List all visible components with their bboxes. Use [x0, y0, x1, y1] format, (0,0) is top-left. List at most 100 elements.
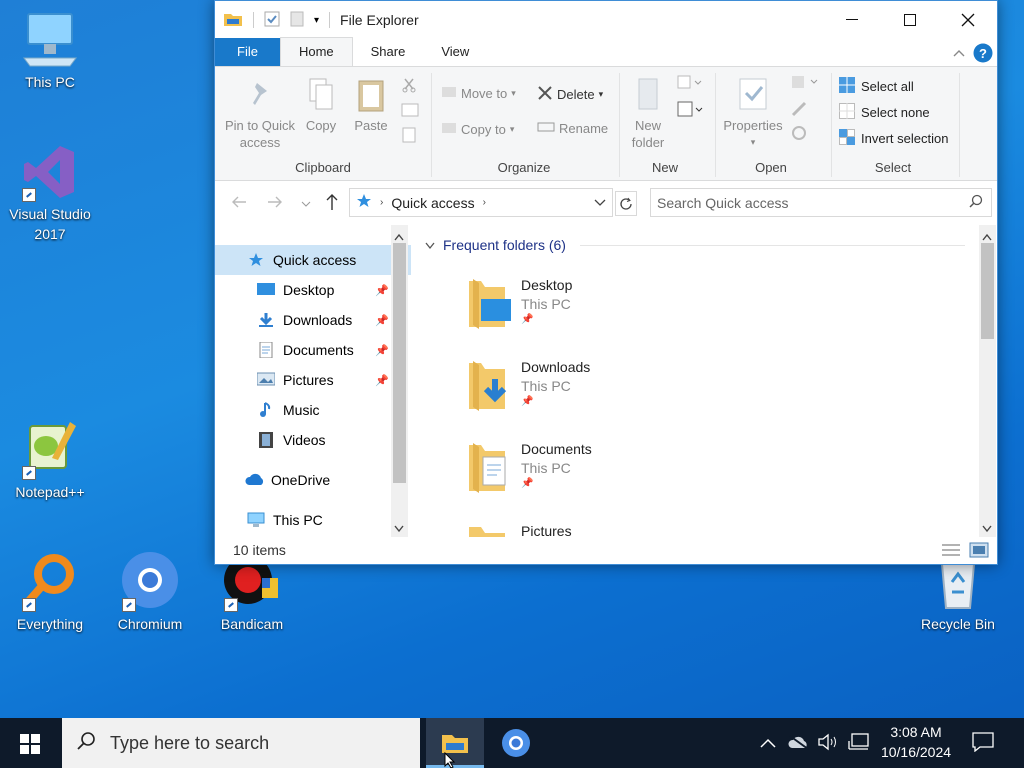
- window-title: File Explorer: [340, 12, 419, 28]
- nav-item-quick-access[interactable]: Quick access: [215, 245, 411, 275]
- frequent-folders-group-header[interactable]: Frequent folders (6): [425, 237, 965, 253]
- desktop-icon-visual-studio[interactable]: Visual Studio 2017: [2, 142, 98, 244]
- new-folder-qat-icon[interactable]: [290, 11, 304, 30]
- details-view-icon[interactable]: [941, 542, 961, 561]
- desktop-icon-notepad-plus-plus[interactable]: Notepad++: [2, 420, 98, 502]
- refresh-button[interactable]: [615, 191, 637, 216]
- pin-icon[interactable]: 📌: [375, 284, 389, 297]
- select-all-button[interactable]: Select all: [839, 77, 914, 96]
- scrollbar-thumb[interactable]: [393, 243, 406, 483]
- desktop-icon-label: Visual Studio 2017: [9, 206, 91, 242]
- easy-access-icon[interactable]: [677, 101, 703, 120]
- new-folder-button[interactable]: New folder: [627, 77, 669, 151]
- shortcut-arrow-icon: [22, 598, 36, 612]
- address-bar[interactable]: › Quick access ›: [349, 188, 613, 217]
- nav-item-pictures[interactable]: Pictures 📌: [215, 365, 411, 395]
- rename-button[interactable]: Rename: [537, 121, 608, 136]
- desktop-icon-this-pc[interactable]: This PC: [2, 10, 98, 92]
- folder-tile-pictures[interactable]: Pictures: [465, 523, 572, 537]
- show-hidden-icons-chevron-icon[interactable]: [760, 736, 776, 751]
- address-dropdown-icon[interactable]: [594, 195, 606, 210]
- nav-item-videos[interactable]: Videos: [215, 425, 411, 455]
- desktop-icon-label: This PC: [25, 74, 75, 90]
- tab-share[interactable]: Share: [353, 38, 424, 66]
- forward-arrow-icon[interactable]: [267, 195, 283, 212]
- select-none-button[interactable]: Select none: [839, 103, 930, 122]
- scroll-up-arrow-icon[interactable]: [394, 229, 404, 244]
- paste-button[interactable]: Paste: [349, 77, 393, 134]
- recent-locations-chevron-icon[interactable]: [301, 197, 311, 212]
- pin-to-quick-access-button[interactable]: Pin to Quick access: [223, 77, 297, 151]
- cut-icon[interactable]: [401, 77, 417, 96]
- nav-item-desktop[interactable]: Desktop 📌: [215, 275, 411, 305]
- new-item-icon[interactable]: [677, 75, 703, 92]
- pin-icon[interactable]: 📌: [375, 344, 389, 357]
- network-monitor-icon[interactable]: [848, 733, 870, 754]
- qat-customize-dropdown-icon[interactable]: ▾: [314, 15, 319, 26]
- scroll-down-arrow-icon[interactable]: [982, 521, 992, 536]
- desktop-icon-everything[interactable]: Everything: [2, 552, 98, 634]
- pin-icon[interactable]: 📌: [375, 374, 389, 387]
- tab-file[interactable]: File: [215, 38, 280, 66]
- large-icons-view-icon[interactable]: [969, 542, 989, 561]
- pin-icon[interactable]: 📌: [375, 314, 389, 327]
- invert-selection-button[interactable]: Invert selection: [839, 129, 948, 148]
- navigation-pane-scrollbar[interactable]: [391, 225, 408, 537]
- nav-item-documents[interactable]: Documents 📌: [215, 335, 411, 365]
- minimize-button[interactable]: [823, 1, 881, 39]
- copy-path-icon[interactable]: [401, 103, 419, 120]
- properties-qat-icon[interactable]: [264, 10, 280, 31]
- open-icon[interactable]: [791, 75, 821, 92]
- back-arrow-icon[interactable]: [231, 195, 247, 212]
- mouse-cursor-icon: [444, 751, 458, 768]
- notepad-plus-plus-icon: [20, 420, 80, 480]
- clock-time: 3:08 AM: [890, 724, 942, 740]
- nav-item-music[interactable]: Music: [215, 395, 411, 425]
- search-input[interactable]: Search Quick access: [650, 188, 992, 217]
- taskbar-search-box[interactable]: Type here to search: [62, 718, 420, 768]
- file-explorer-window: ▾ File Explorer File Home Share View ? P…: [214, 0, 998, 565]
- folder-tile-desktop[interactable]: Desktop This PC 📌: [465, 277, 572, 331]
- up-arrow-icon[interactable]: [325, 193, 339, 214]
- help-icon[interactable]: ?: [973, 43, 993, 66]
- scroll-down-arrow-icon[interactable]: [394, 521, 404, 536]
- nav-item-downloads[interactable]: Downloads 📌: [215, 305, 411, 335]
- breadcrumb-quick-access[interactable]: Quick access: [391, 195, 474, 211]
- paste-shortcut-icon[interactable]: [401, 127, 417, 146]
- copy-button[interactable]: Copy: [301, 77, 341, 134]
- select-group-label: Select: [874, 160, 912, 175]
- visual-studio-icon: [20, 142, 80, 202]
- nav-item-this-pc[interactable]: This PC: [215, 505, 411, 535]
- volume-speaker-icon[interactable]: [818, 733, 840, 754]
- desktop-icon-chromium[interactable]: Chromium: [102, 552, 198, 634]
- scrollbar-thumb[interactable]: [981, 243, 994, 339]
- close-button[interactable]: [939, 1, 997, 39]
- delete-button[interactable]: Delete ▾: [537, 85, 603, 104]
- notifications-icon[interactable]: [972, 732, 994, 755]
- move-to-button[interactable]: Move to ▾: [441, 85, 516, 102]
- collapse-ribbon-icon[interactable]: [953, 45, 965, 60]
- start-windows-icon[interactable]: [20, 734, 40, 757]
- content-scrollbar[interactable]: [979, 225, 996, 537]
- tab-view[interactable]: View: [423, 38, 487, 66]
- scroll-up-arrow-icon[interactable]: [982, 229, 992, 244]
- copy-to-button[interactable]: Copy to ▾: [441, 121, 514, 138]
- clock-date: 10/16/2024: [880, 744, 952, 760]
- maximize-button[interactable]: [881, 1, 939, 39]
- pictures-icon: [256, 372, 276, 388]
- history-icon[interactable]: [791, 125, 807, 144]
- breadcrumb-chevron-icon[interactable]: ›: [483, 197, 486, 208]
- taskbar-chromium-button[interactable]: [492, 718, 540, 768]
- folder-tile-documents[interactable]: Documents This PC 📌: [465, 441, 592, 495]
- file-explorer-icon[interactable]: [223, 10, 243, 31]
- new-group-label: New: [651, 160, 678, 175]
- downloads-arrow-icon: [257, 312, 275, 328]
- onedrive-offline-icon[interactable]: [788, 734, 810, 753]
- edit-icon[interactable]: [791, 101, 807, 120]
- breadcrumb-chevron-icon[interactable]: ›: [380, 197, 383, 208]
- tab-home[interactable]: Home: [279, 37, 353, 66]
- folder-tile-downloads[interactable]: Downloads This PC 📌: [465, 359, 590, 413]
- nav-item-onedrive[interactable]: OneDrive: [215, 465, 411, 495]
- taskbar-clock[interactable]: 3:08 AM 10/16/2024: [874, 722, 958, 762]
- properties-button[interactable]: Properties ▾: [721, 77, 785, 151]
